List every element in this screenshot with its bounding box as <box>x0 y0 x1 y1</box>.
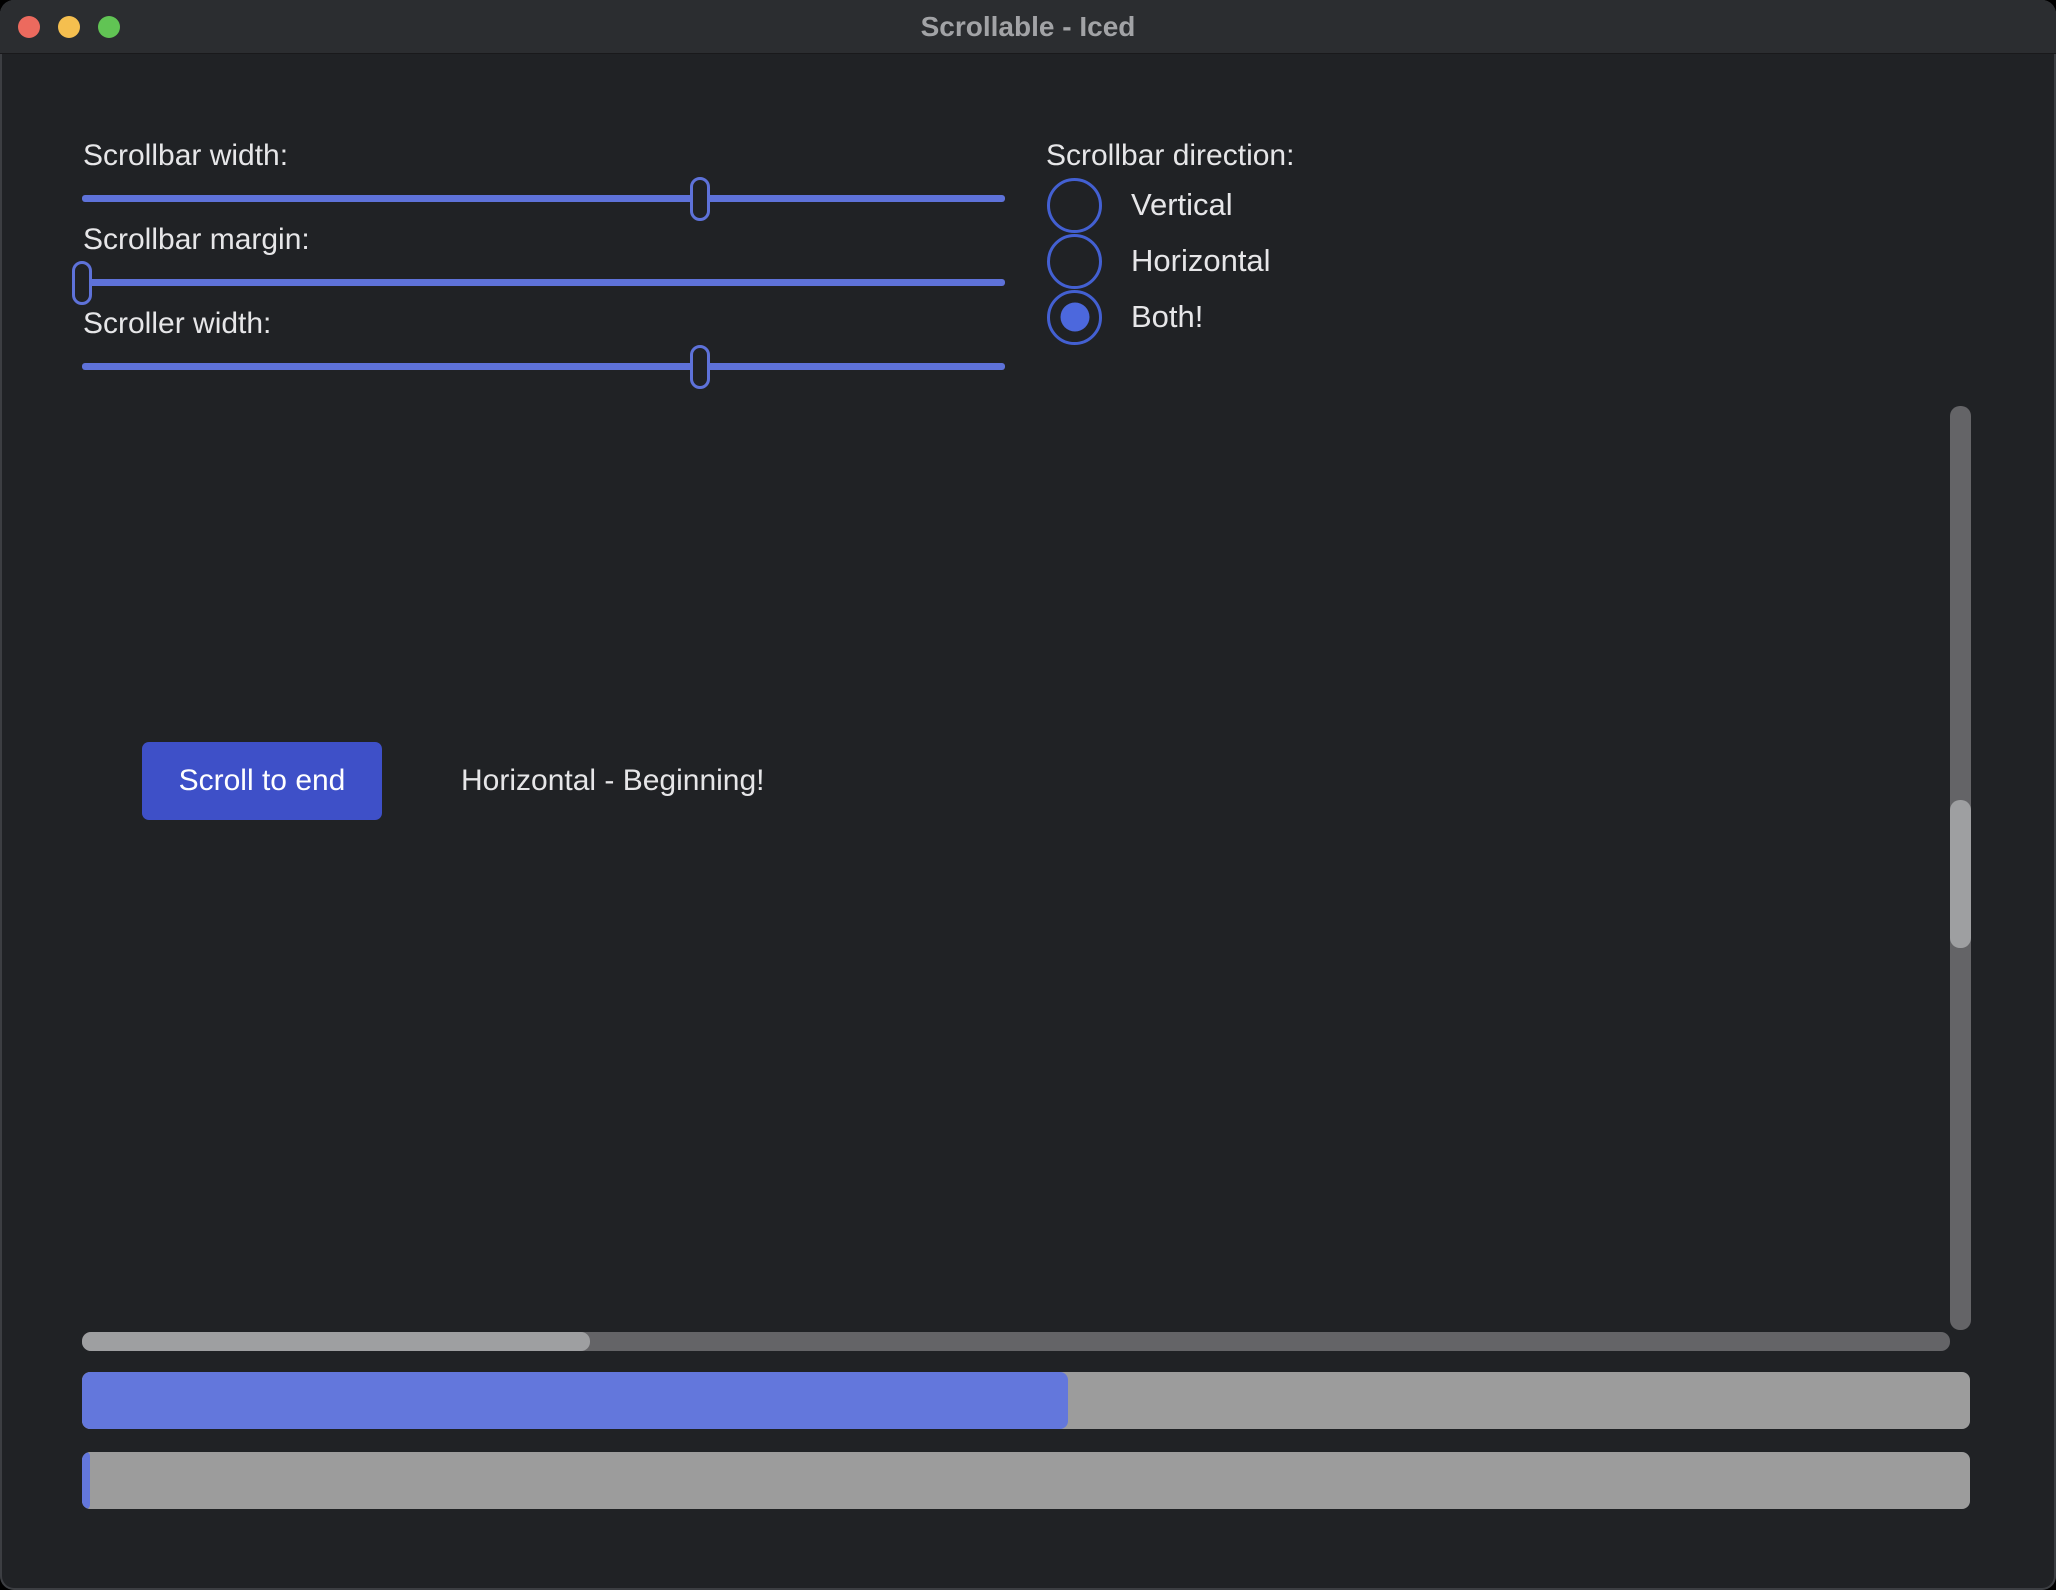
scroller-width-slider-handle[interactable] <box>690 345 710 389</box>
radio-option-both[interactable]: Both! <box>1047 289 1203 345</box>
scrollbar-margin-slider[interactable] <box>82 279 1005 286</box>
scroll-to-end-button[interactable]: Scroll to end <box>142 742 382 820</box>
radio-label-vertical: Vertical <box>1131 187 1233 223</box>
scroller-width-slider[interactable] <box>82 363 1005 370</box>
scrollbar-width-label: Scrollbar width: <box>83 139 288 173</box>
app-window: Scrollable - Iced Scrollbar width: Scrol… <box>0 0 2056 1590</box>
vertical-scroll-progress-bar <box>82 1452 1970 1509</box>
radio-label-horizontal: Horizontal <box>1131 243 1271 279</box>
vertical-scroll-progress-fill <box>82 1452 90 1509</box>
scrollbar-direction-label: Scrollbar direction: <box>1046 139 1294 173</box>
horizontal-scrollbar-track[interactable] <box>82 1332 1950 1351</box>
scroll-status-text: Horizontal - Beginning! <box>461 764 765 798</box>
radio-label-both: Both! <box>1131 299 1203 335</box>
radio-dot-icon <box>1060 303 1089 332</box>
scrollbar-width-slider-handle[interactable] <box>690 177 710 221</box>
window-title: Scrollable - Iced <box>0 0 2056 53</box>
radio-circle-icon <box>1047 290 1102 345</box>
radio-circle-icon <box>1047 178 1102 233</box>
radio-option-horizontal[interactable]: Horizontal <box>1047 233 1271 289</box>
horizontal-scroll-progress-bar <box>82 1372 1970 1429</box>
titlebar: Scrollable - Iced <box>0 0 2056 54</box>
radio-circle-icon <box>1047 234 1102 289</box>
scroller-width-label: Scroller width: <box>83 307 271 341</box>
scrollbar-margin-slider-handle[interactable] <box>72 261 92 305</box>
horizontal-scrollbar-thumb[interactable] <box>82 1332 590 1351</box>
scrollbar-width-slider[interactable] <box>82 195 1005 202</box>
vertical-scrollbar-thumb[interactable] <box>1950 800 1971 949</box>
horizontal-scroll-progress-fill <box>82 1372 1068 1429</box>
scrollbar-margin-label: Scrollbar margin: <box>83 223 310 257</box>
vertical-scrollbar-track[interactable] <box>1950 406 1971 1330</box>
radio-option-vertical[interactable]: Vertical <box>1047 177 1233 233</box>
